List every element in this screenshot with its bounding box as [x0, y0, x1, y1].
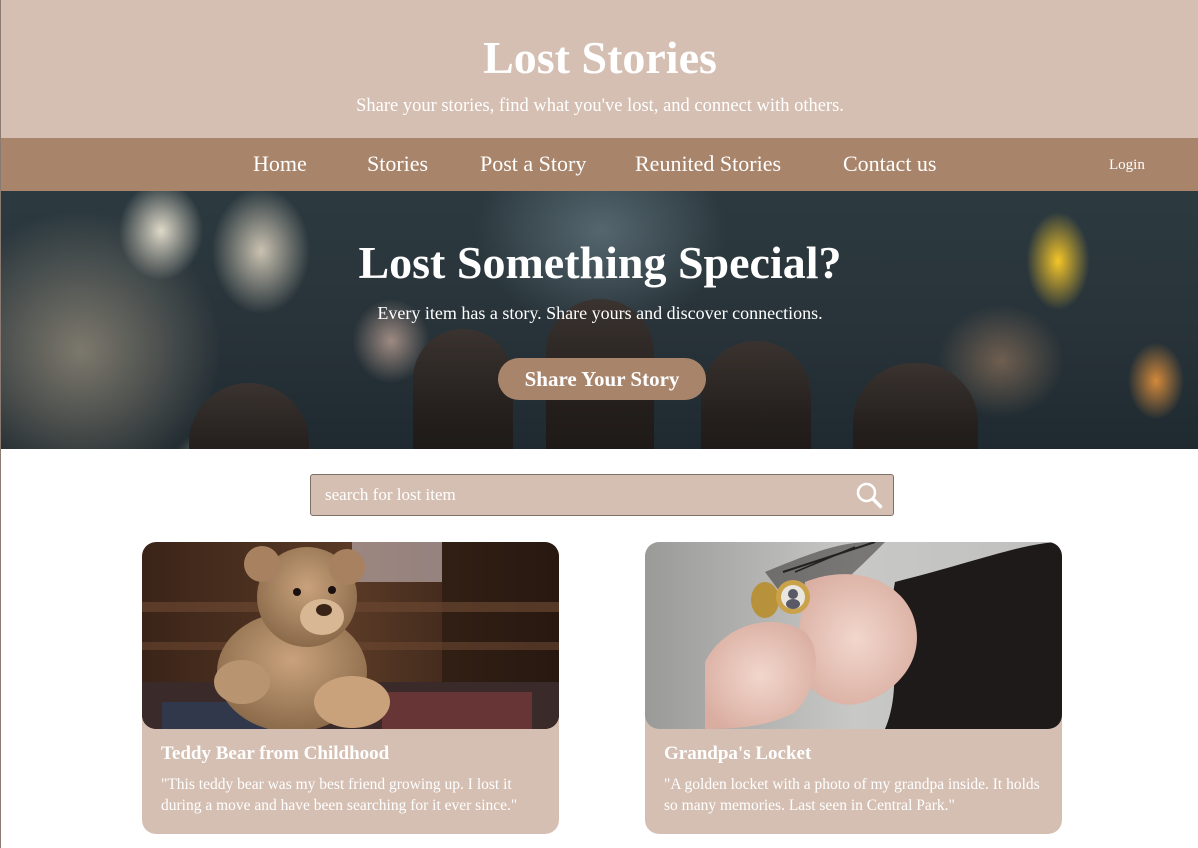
- story-card[interactable]: Teddy Bear from Childhood "This teddy be…: [142, 542, 559, 834]
- hero-subtitle: Every item has a story. Share yours and …: [377, 303, 823, 323]
- locket-image: [645, 542, 1062, 729]
- hero-image-shape: [701, 341, 811, 449]
- nav-item-post-a-story[interactable]: Post a Story: [480, 150, 586, 178]
- search-icon[interactable]: [855, 481, 883, 509]
- teddy-bear-image: [142, 542, 559, 729]
- nav-item-home[interactable]: Home: [253, 150, 307, 178]
- nav-item-contact-us[interactable]: Contact us: [843, 150, 937, 178]
- site-tagline: Share your stories, find what you've los…: [356, 96, 844, 116]
- story-card-title: Grandpa's Locket: [664, 743, 812, 764]
- story-card-excerpt: "This teddy bear was my best friend grow…: [161, 776, 518, 814]
- hero-image-shape: [413, 329, 513, 449]
- main-nav: Home Stories Post a Story Reunited Stori…: [1, 138, 1198, 191]
- search-input[interactable]: [325, 475, 845, 514]
- page: Lost Stories Share your stories, find wh…: [0, 0, 1198, 848]
- nav-item-reunited-stories[interactable]: Reunited Stories: [635, 150, 781, 178]
- hero-title: Lost Something Special?: [358, 237, 842, 288]
- hero-banner: Lost Something Special? Every item has a…: [1, 191, 1198, 449]
- story-card-excerpt: "A golden locket with a photo of my gran…: [664, 776, 1040, 814]
- site-header: Lost Stories Share your stories, find wh…: [1, 0, 1198, 138]
- nav-item-stories[interactable]: Stories: [367, 150, 428, 178]
- story-card-title: Teddy Bear from Childhood: [161, 743, 390, 764]
- login-link[interactable]: Login: [1109, 155, 1145, 175]
- search-bar: [310, 474, 894, 516]
- site-title: Lost Stories: [483, 32, 717, 83]
- hero-image-shape: [853, 363, 978, 449]
- share-your-story-button[interactable]: Share Your Story: [498, 358, 706, 400]
- hero-image-shape: [189, 383, 309, 449]
- story-card[interactable]: Grandpa's Locket "A golden locket with a…: [645, 542, 1062, 834]
